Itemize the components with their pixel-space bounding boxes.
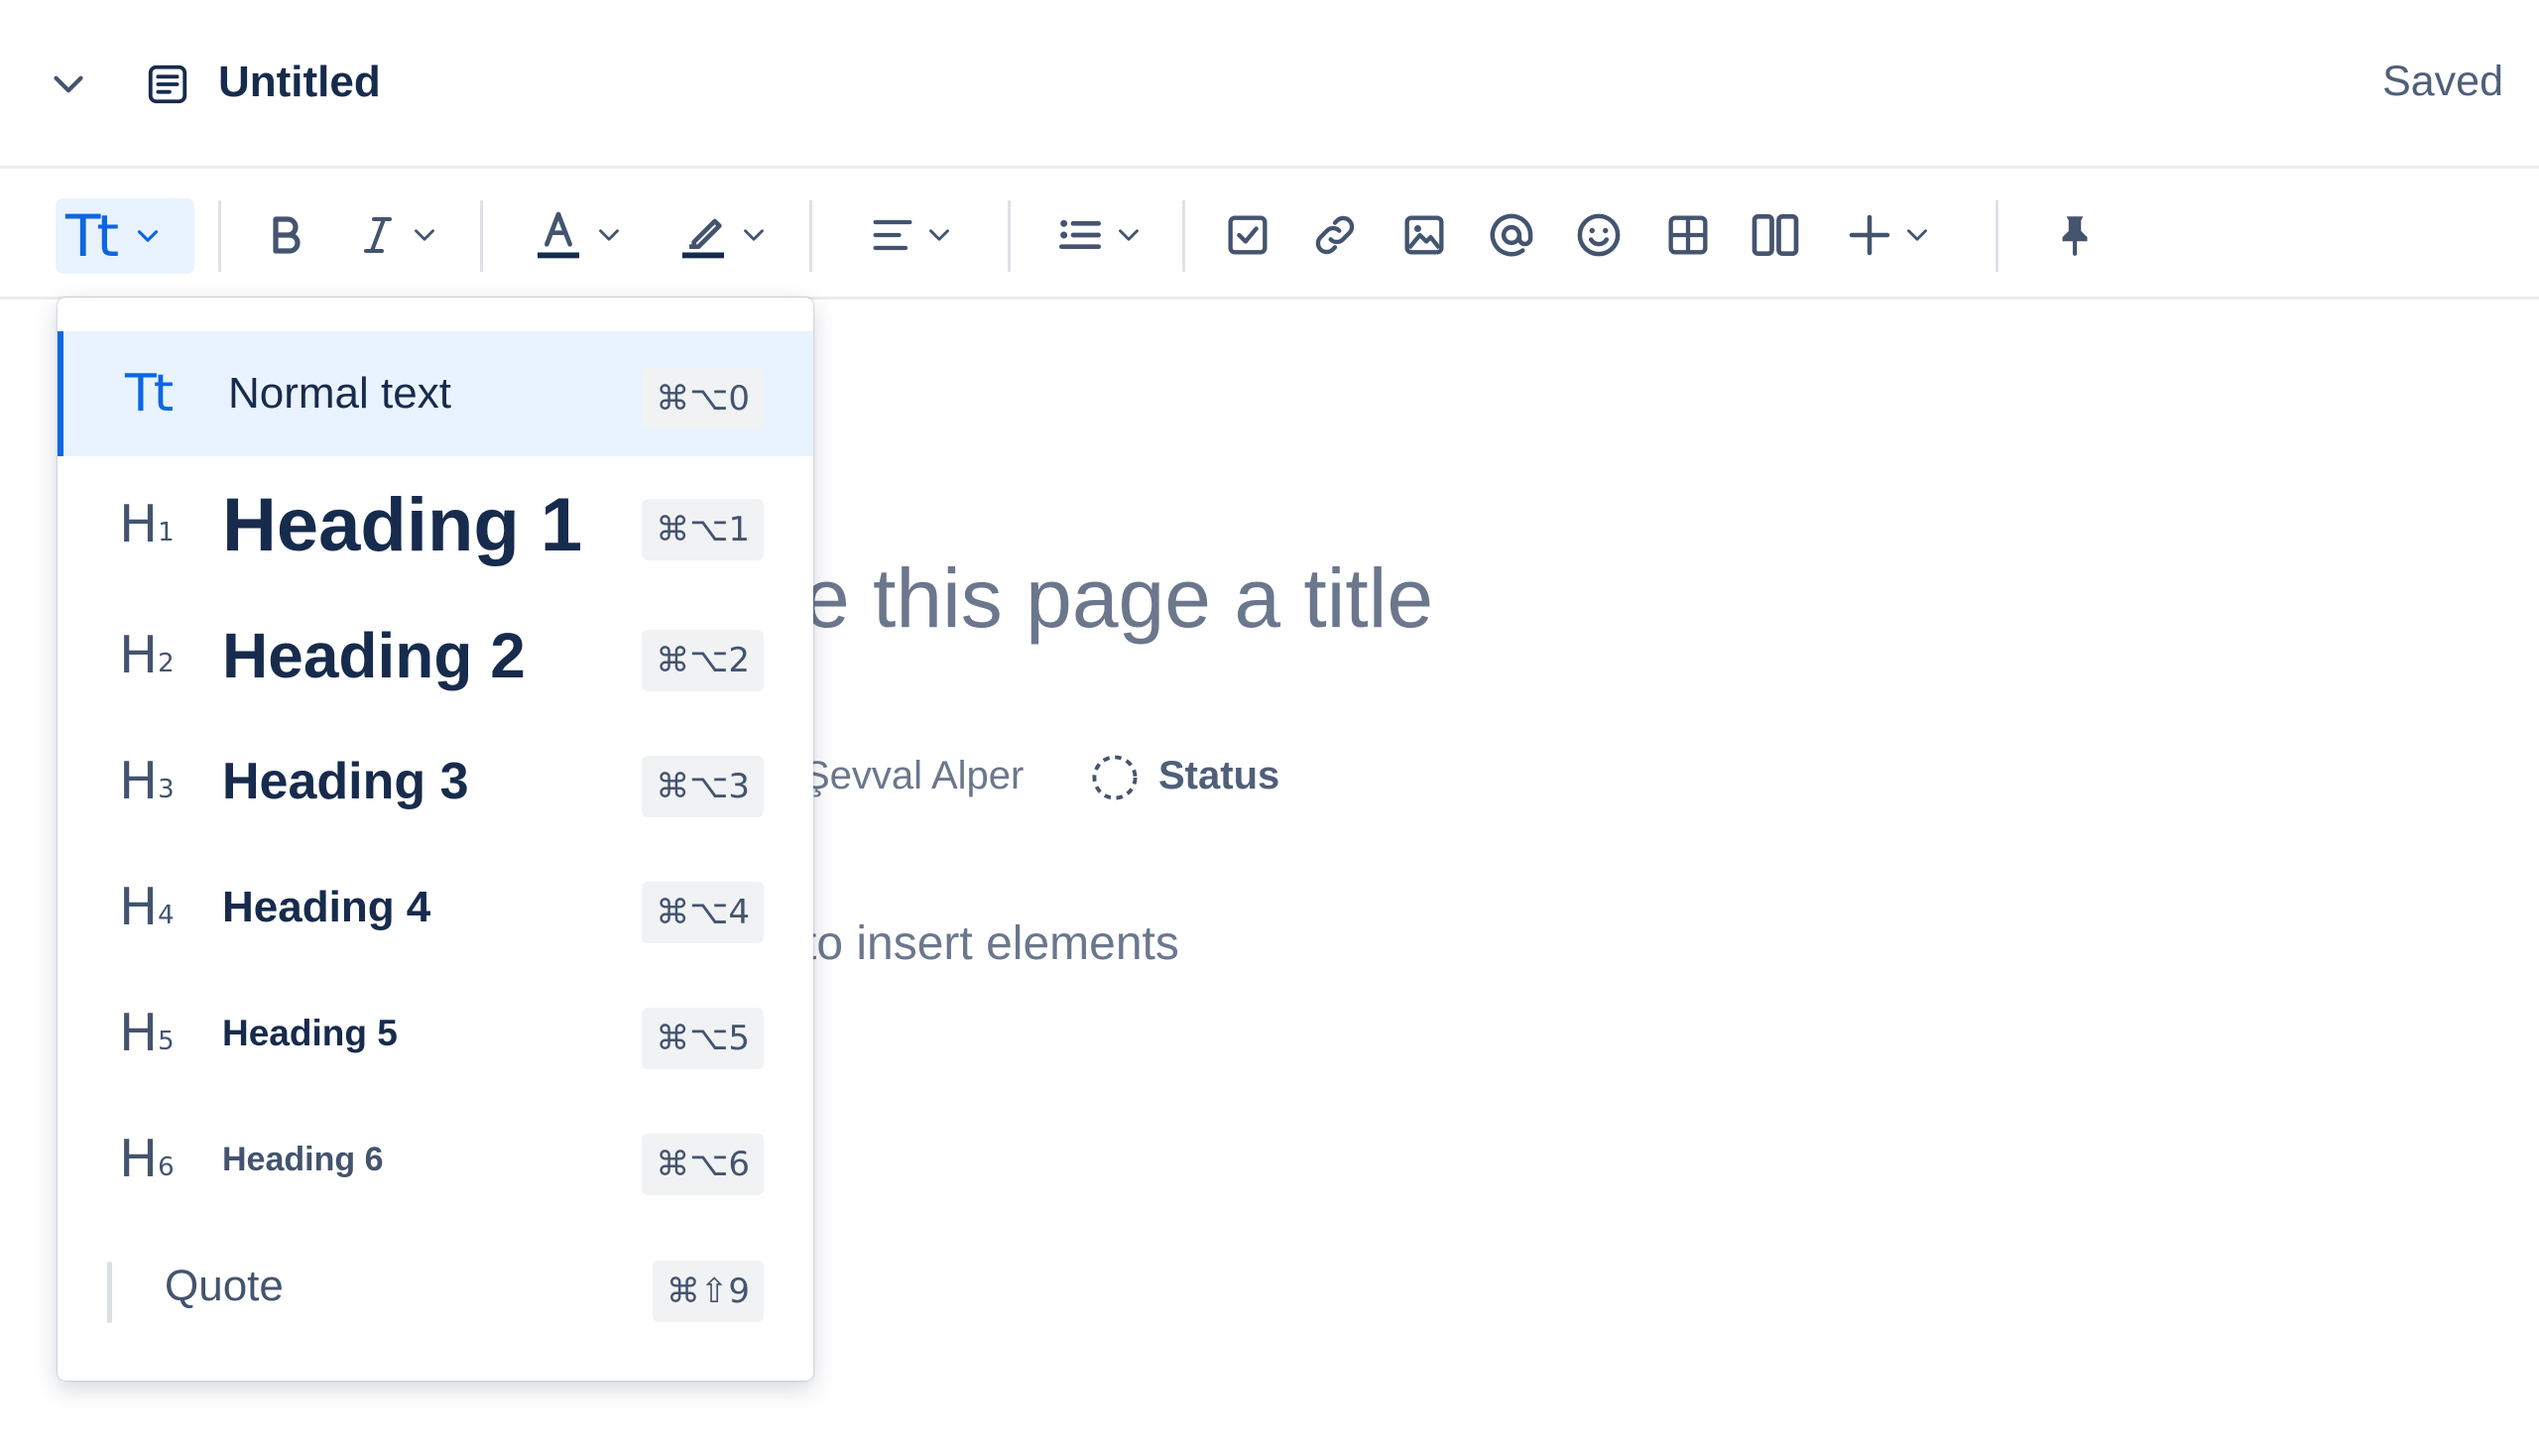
menu-item-heading-3[interactable]: H3 Heading 3 ⌘⌥3 [58,719,813,844]
pin-toolbar-button[interactable] [2043,171,2107,300]
quote-icon [107,1262,112,1323]
heading-4-icon: H4 [119,878,175,937]
menu-item-label: Quote [165,1262,284,1310]
keyboard-shortcut: ⌘⌥3 [642,756,764,817]
text-color-icon [538,211,579,259]
heading-3-icon: H3 [119,752,175,811]
menu-item-heading-6[interactable]: H6 Heading 6 ⌘⌥6 [58,1097,813,1222]
menu-item-heading-2[interactable]: H2 Heading 2 ⌘⌥2 [58,593,813,718]
toolbar-divider [218,200,221,272]
align-left-icon [873,219,912,251]
table-button[interactable] [1656,171,1720,300]
link-icon [1315,215,1355,255]
columns-layout-icon [1752,214,1799,256]
keyboard-shortcut: ⌘⌥6 [642,1134,764,1195]
table-icon [1668,215,1708,255]
chevron-down-icon [138,230,159,242]
keyboard-shortcut: ⌘⌥1 [642,499,764,560]
page-icon [145,61,190,107]
text-style-icon: Tt [65,202,119,270]
save-status: Saved [2382,58,2503,105]
toolbar-divider [1182,200,1185,272]
action-item-button[interactable] [1216,171,1279,300]
menu-item-normal-text[interactable]: Tt Normal text ⌘⌥0 [58,331,813,456]
emoji-icon [1577,213,1621,257]
chevron-down-icon [1907,229,1927,241]
menu-item-label: Normal text [228,369,451,418]
text-style-dropdown-button[interactable]: Tt [56,198,194,274]
menu-item-label: Heading 3 [222,753,469,810]
body-placeholder[interactable]: to insert elements [803,916,1179,971]
lists-button[interactable] [1041,171,1156,300]
at-mention-icon [1490,213,1533,257]
menu-item-heading-4[interactable]: H4 Heading 4 ⌘⌥4 [58,845,813,970]
menu-item-label: Heading 1 [222,482,583,567]
image-icon [1404,215,1444,255]
insert-more-button[interactable] [1831,171,1946,300]
emoji-button[interactable] [1567,171,1631,300]
menu-item-heading-5[interactable]: H5 Heading 5 ⌘⌥5 [58,971,813,1096]
mention-button[interactable] [1480,171,1543,300]
chevron-down-icon [744,229,764,241]
menu-item-quote[interactable]: Quote ⌘⇧9 [58,1224,813,1349]
text-style-menu: Tt Normal text ⌘⌥0 H1 Heading 1 ⌘⌥1 H2 H… [58,298,813,1381]
plus-icon [1849,214,1890,256]
pin-icon [2062,216,2088,256]
bullet-list-icon [1059,219,1101,250]
layouts-button[interactable] [1744,171,1807,300]
link-button[interactable] [1303,171,1367,300]
editor-toolbar: Tt [0,171,2539,300]
bold-button[interactable] [254,171,317,300]
chevron-down-icon[interactable] [44,60,93,109]
toolbar-divider [809,200,812,272]
bold-icon [273,216,301,254]
checkbox-icon [1228,215,1268,255]
italic-more-formatting-button[interactable] [343,171,452,300]
heading-6-icon: H6 [119,1130,175,1189]
chevron-down-icon [929,229,949,241]
menu-item-heading-1[interactable]: H1 Heading 1 ⌘⌥1 [58,462,813,587]
toolbar-divider [1995,200,1998,272]
chevron-down-icon [1119,229,1139,241]
keyboard-shortcut: ⌘⌥4 [642,882,764,943]
heading-1-icon: H1 [119,495,175,554]
highlight-color-button[interactable] [668,171,778,300]
italic-icon [364,217,392,253]
menu-item-label: Heading 4 [222,883,431,931]
toolbar-divider [1008,200,1011,272]
status-icon[interactable] [1089,752,1141,803]
title-placeholder[interactable]: e this page a title [803,550,1433,647]
text-color-button[interactable] [524,171,633,300]
toolbar-divider [480,200,483,272]
heading-2-icon: H2 [119,626,175,685]
chevron-down-icon [415,229,434,241]
image-button[interactable] [1392,171,1456,300]
menu-item-label: Heading 2 [222,620,526,691]
status-button[interactable]: Status [1158,754,1279,798]
page-header: Untitled Saved [0,0,2539,169]
page-author[interactable]: Şevval Alper [803,754,1024,798]
chevron-down-icon [599,229,619,241]
keyboard-shortcut: ⌘⌥5 [642,1008,764,1069]
normal-text-icon: Tt [125,364,174,424]
page-title[interactable]: Untitled [218,58,381,107]
keyboard-shortcut: ⌘⌥0 [642,368,764,429]
heading-5-icon: H5 [119,1004,175,1063]
keyboard-shortcut: ⌘⇧9 [652,1261,764,1322]
keyboard-shortcut: ⌘⌥2 [642,630,764,691]
menu-item-label: Heading 5 [222,1013,398,1053]
alignment-button[interactable] [857,171,966,300]
menu-item-label: Heading 6 [222,1140,384,1178]
highlighter-icon [682,218,724,259]
